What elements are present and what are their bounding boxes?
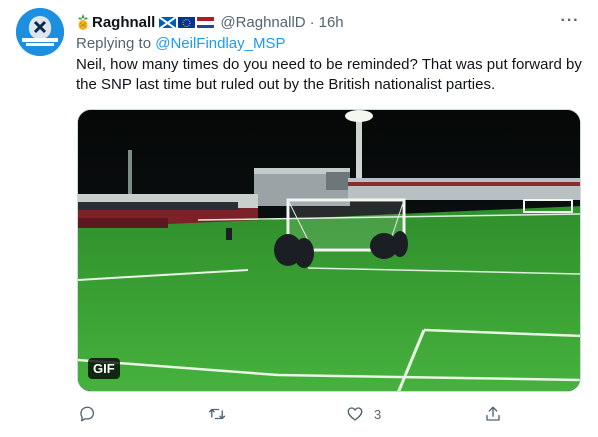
retweet-icon [208,405,226,423]
gif-badge: GIF [88,358,120,379]
pineapple-icon [76,14,90,30]
replying-to: Replying to @NeilFindlay_MSP [76,35,286,52]
tweet-header: Raghnall @RaghnallD · 16h ··· [76,12,582,32]
tweet-text: Neil, how many times do you need to be r… [76,56,582,93]
timestamp[interactable]: 16h [319,14,344,31]
avatar-image [16,8,64,56]
reply-icon [78,405,96,423]
avatar[interactable] [16,8,64,56]
replying-to-link[interactable]: @NeilFindlay_MSP [155,35,285,52]
separator-dot: · [309,13,315,31]
scotland-flag-icon [159,16,177,28]
football-pitch-image [78,110,580,391]
replying-prefix: Replying to [76,35,152,52]
gif-media[interactable]: GIF [77,109,581,392]
heart-icon [346,405,364,423]
display-name[interactable]: Raghnall [92,14,155,31]
like-count: 3 [374,406,382,422]
user-handle[interactable]: @RaghnallD [220,14,305,31]
flag-emojis [159,16,215,28]
tweet[interactable]: Raghnall @RaghnallD · 16h ··· Replying t… [0,0,598,437]
action-bar: 3 [76,405,516,425]
more-options-icon[interactable]: ··· [558,12,582,32]
share-icon [484,405,502,423]
reply-button[interactable] [78,405,106,423]
like-button[interactable]: 3 [346,405,381,423]
share-button[interactable] [484,405,512,423]
eu-flag-icon [178,16,196,28]
netherlands-flag-icon [197,16,215,28]
retweet-button[interactable] [208,405,236,423]
